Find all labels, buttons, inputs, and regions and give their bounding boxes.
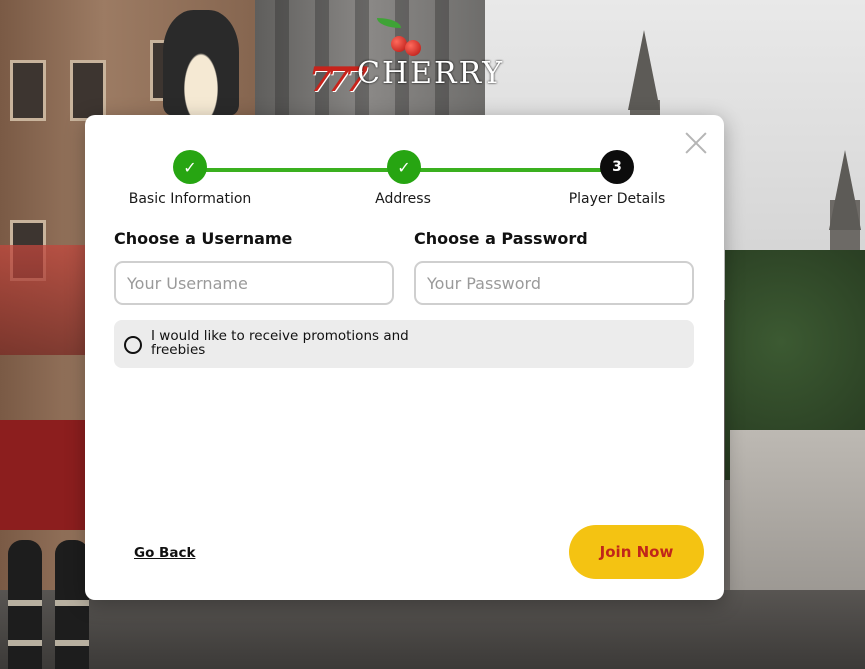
go-back-link[interactable]: Go Back: [134, 545, 195, 561]
cherry-icon: [405, 40, 421, 56]
promotions-label: I would like to receive promotions and f…: [151, 328, 409, 358]
step-label-player-details: Player Details: [568, 191, 666, 207]
red-bus-blur: [0, 245, 90, 355]
password-label: Choose a Password: [414, 229, 588, 248]
street: [0, 590, 865, 669]
promotions-opt-in[interactable]: I would like to receive promotions and f…: [114, 320, 694, 368]
password-input[interactable]: [416, 263, 692, 303]
spire-right: [829, 150, 861, 230]
username-label: Choose a Username: [114, 229, 293, 248]
step-label-address: Address: [375, 191, 431, 207]
password-field-wrapper: [414, 261, 694, 305]
street-lamp: [163, 10, 239, 115]
step-2-check-icon: ✓: [387, 150, 421, 184]
close-icon[interactable]: [685, 132, 707, 154]
step-1-check-icon: ✓: [173, 150, 207, 184]
logo-sevens: 777: [309, 60, 368, 100]
step-3-number: 3: [600, 150, 634, 184]
username-input[interactable]: [116, 263, 392, 303]
registration-modal: ✓ ✓ 3 Basic Information Address Player D…: [85, 115, 724, 600]
username-field-wrapper: [114, 261, 394, 305]
bollard: [55, 540, 89, 669]
spire-left: [628, 30, 660, 110]
join-now-button[interactable]: Join Now: [569, 525, 704, 579]
radio-icon[interactable]: [124, 336, 142, 354]
step-label-basic-information: Basic Information: [128, 191, 252, 207]
brand-logo: 777 CHERRY: [305, 16, 502, 100]
bollard: [8, 540, 42, 669]
logo-wordmark: CHERRY: [357, 56, 505, 91]
cherry-leaf: [377, 18, 401, 28]
